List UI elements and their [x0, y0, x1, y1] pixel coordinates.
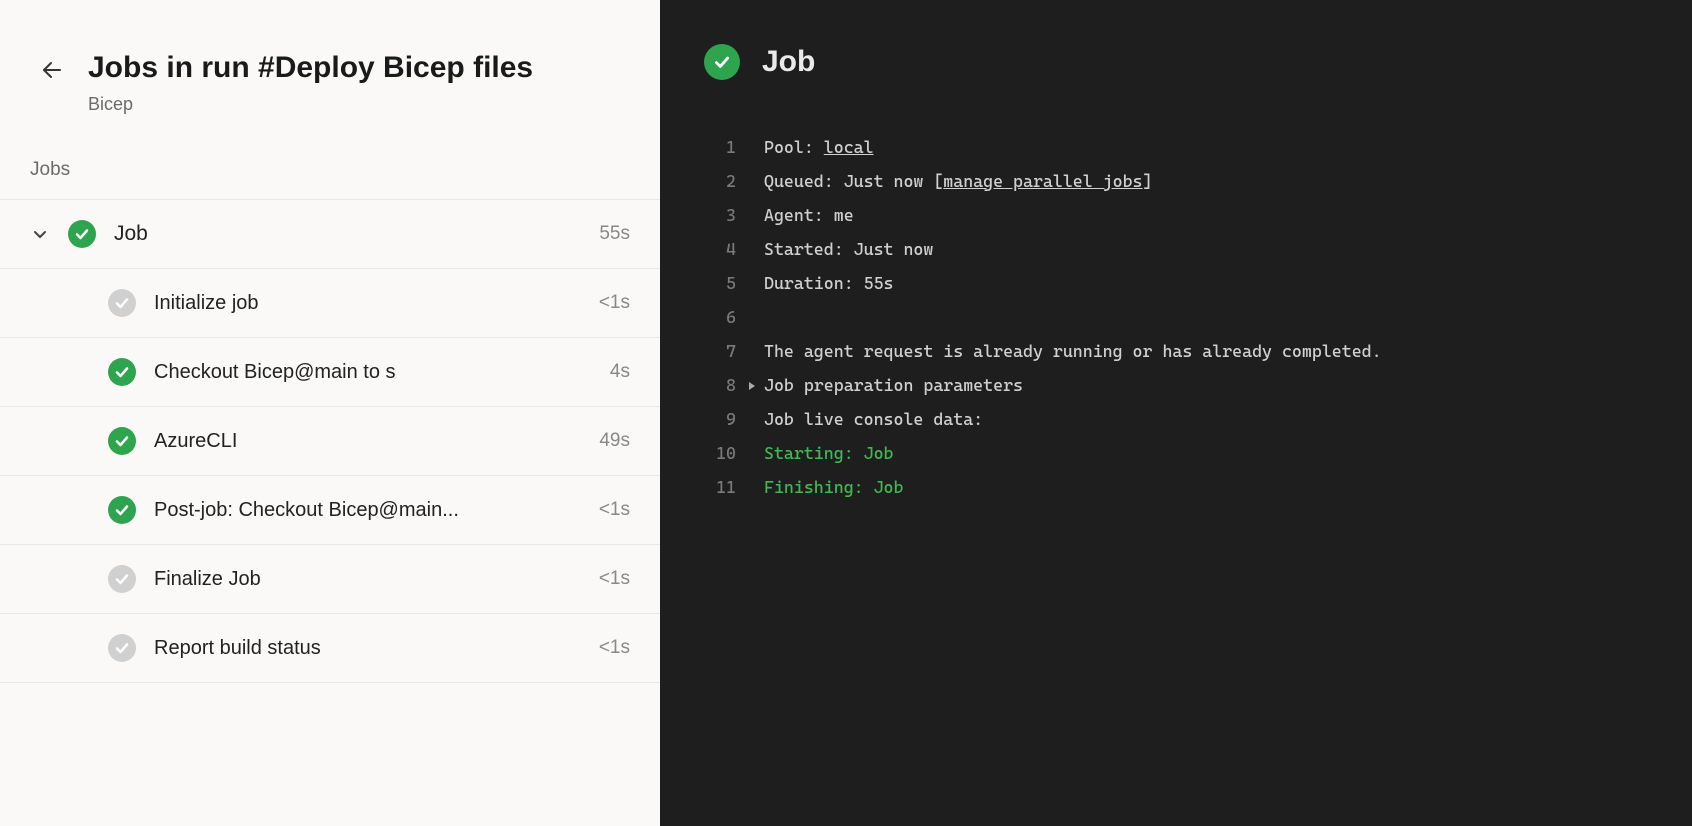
- chevron-down-icon[interactable]: [30, 224, 50, 244]
- jobs-section-label: Jobs: [0, 145, 660, 199]
- line-number: 2: [700, 164, 740, 198]
- step-duration: <1s: [599, 568, 630, 590]
- jobs-sidebar: Jobs in run #Deploy Bicep files Bicep Jo…: [0, 0, 660, 826]
- job-step-row[interactable]: Checkout Bicep@main to s 4s: [0, 337, 660, 406]
- detail-header: Job: [660, 44, 1692, 130]
- step-name: AzureCLI: [154, 430, 581, 453]
- step-name: Checkout Bicep@main to s: [154, 361, 592, 384]
- log-content: Finishing: Job: [764, 470, 1692, 504]
- job-step-row[interactable]: Post-job: Checkout Bicep@main... <1s: [0, 475, 660, 544]
- step-duration: <1s: [599, 499, 630, 521]
- line-number: 3: [700, 198, 740, 232]
- job-duration: 55s: [599, 223, 630, 245]
- log-line: 10 Starting: Job: [700, 436, 1692, 470]
- step-name: Report build status: [154, 637, 581, 660]
- status-success-icon: [108, 496, 136, 524]
- line-number: 11: [700, 470, 740, 504]
- step-duration: 4s: [610, 361, 630, 383]
- line-number: 9: [700, 402, 740, 436]
- line-number: 7: [700, 334, 740, 368]
- line-number: 6: [700, 300, 740, 334]
- line-number: 4: [700, 232, 740, 266]
- line-number: 10: [700, 436, 740, 470]
- status-neutral-icon: [108, 565, 136, 593]
- log-output[interactable]: 1 Pool: local 2 Queued: Just now [manage pa…: [660, 130, 1692, 504]
- status-success-icon: [68, 220, 96, 248]
- job-step-row[interactable]: Finalize Job <1s: [0, 544, 660, 613]
- job-step-row[interactable]: Report build status <1s: [0, 613, 660, 683]
- status-neutral-icon: [108, 634, 136, 662]
- log-link[interactable]: local: [824, 137, 874, 157]
- log-line: 9 Job live console data:: [700, 402, 1692, 436]
- line-number: 5: [700, 266, 740, 300]
- expand-caret-icon[interactable]: [740, 375, 764, 391]
- detail-title: Job: [762, 45, 815, 79]
- step-duration: <1s: [599, 292, 630, 314]
- job-detail-panel: Job 1 Pool: local 2 Queued: Just now [manag…: [660, 0, 1692, 826]
- log-line: 4 Started: Just now: [700, 232, 1692, 266]
- header: Jobs in run #Deploy Bicep files Bicep: [0, 0, 660, 145]
- log-line: 3 Agent: me: [700, 198, 1692, 232]
- log-content: Duration: 55s: [764, 266, 1692, 300]
- log-content: Job live console data:: [764, 402, 1692, 436]
- back-arrow-icon[interactable]: [40, 58, 64, 82]
- log-content: Pool: local: [764, 130, 1692, 164]
- job-list: Job 55s Initialize job <1s Checkout Bicep@…: [0, 199, 660, 683]
- log-content: The agent request is already running or …: [764, 334, 1692, 368]
- log-line: 1 Pool: local: [700, 130, 1692, 164]
- log-line: 6: [700, 300, 1692, 334]
- line-number: 1: [700, 130, 740, 164]
- status-success-icon: [108, 358, 136, 386]
- log-content: Agent: me: [764, 198, 1692, 232]
- status-success-icon: [704, 44, 740, 80]
- log-line: 8 Job preparation parameters: [700, 368, 1692, 402]
- log-line: 2 Queued: Just now [manage parallel jobs]: [700, 164, 1692, 198]
- log-line: 7 The agent request is already running or…: [700, 334, 1692, 368]
- job-step-row[interactable]: AzureCLI 49s: [0, 406, 660, 475]
- step-duration: <1s: [599, 637, 630, 659]
- log-content: Starting: Job: [764, 436, 1692, 470]
- log-content: Job preparation parameters: [764, 368, 1692, 402]
- log-line: 5 Duration: 55s: [700, 266, 1692, 300]
- log-link[interactable]: manage parallel jobs: [943, 171, 1142, 191]
- step-name: Finalize Job: [154, 568, 581, 591]
- page-title: Jobs in run #Deploy Bicep files: [88, 50, 533, 86]
- log-content: Queued: Just now [manage parallel jobs]: [764, 164, 1692, 198]
- job-row-parent[interactable]: Job 55s: [0, 199, 660, 268]
- step-name: Post-job: Checkout Bicep@main...: [154, 499, 581, 522]
- line-number: 8: [700, 368, 740, 402]
- step-duration: 49s: [599, 430, 630, 452]
- log-line: 11 Finishing: Job: [700, 470, 1692, 504]
- page-subtitle: Bicep: [88, 94, 533, 115]
- step-name: Initialize job: [154, 292, 581, 315]
- log-content: Started: Just now: [764, 232, 1692, 266]
- status-success-icon: [108, 427, 136, 455]
- job-step-row[interactable]: Initialize job <1s: [0, 268, 660, 337]
- status-neutral-icon: [108, 289, 136, 317]
- job-name: Job: [114, 222, 581, 246]
